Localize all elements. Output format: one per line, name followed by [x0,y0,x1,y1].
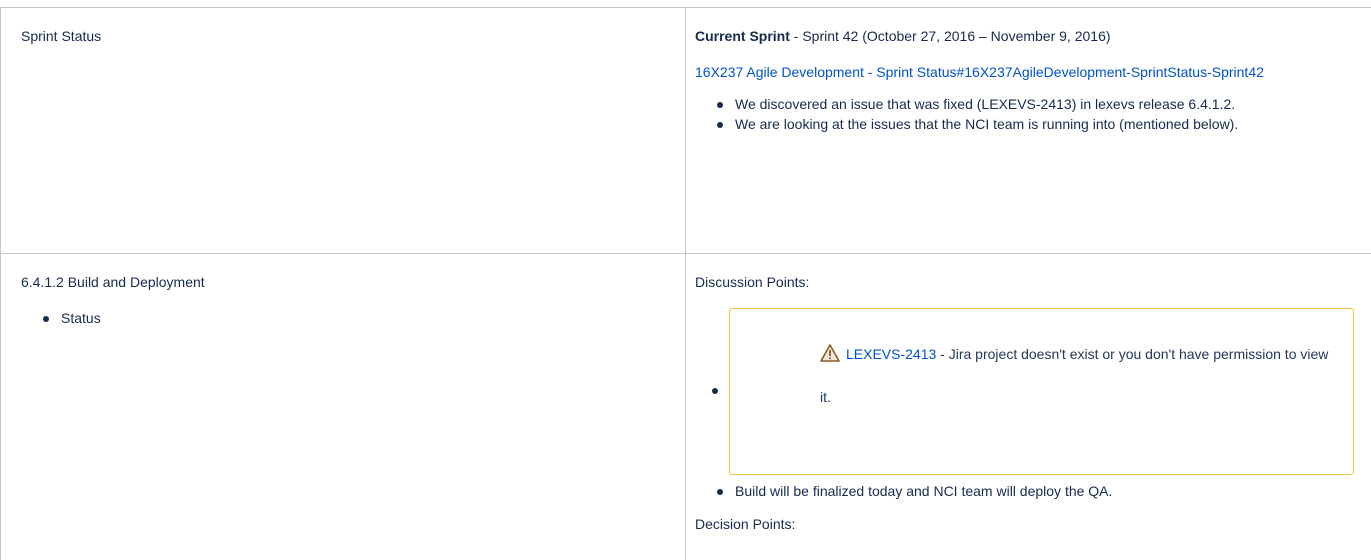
sprint-status-link[interactable]: 16X237 Agile Development - Sprint Status… [695,64,1264,80]
list-item: Status [43,310,675,327]
table-row: Sprint Status Current Sprint - Sprint 42… [0,7,1371,254]
jira-issue-link[interactable]: LEXEVS-2413 [846,346,936,362]
build-deploy-label: 6.4.1.2 Build and Deployment [21,274,205,290]
warning-icon [820,337,840,377]
current-sprint-label: Current Sprint [695,28,790,44]
sprint-status-label: Sprint Status [21,28,102,44]
list-item: We are looking at the issues that the NC… [717,116,1361,133]
list-bullet [712,388,718,394]
jira-issue-macro: LEXEVS-2413 - Jira project doesn't exist… [712,308,1354,475]
discussion-points-label: Discussion Points: [695,274,810,290]
build-notes-list: Build will be finalized today and NCI te… [695,483,1361,500]
decision-points-label: Decision Points: [695,516,796,532]
page: Sprint Status Current Sprint - Sprint 42… [0,0,1371,560]
table-cell-topic: 6.4.1.2 Build and Deployment Status [0,253,686,560]
current-sprint-value: - Sprint 42 (October 27, 2016 – November… [793,28,1111,44]
build-deploy-list: Status [21,310,675,327]
meeting-notes-table: Sprint Status Current Sprint - Sprint 42… [0,7,1371,560]
table-cell-notes: Current Sprint - Sprint 42 (October 27, … [685,7,1371,254]
current-sprint-line: Current Sprint - Sprint 42 (October 27, … [695,26,1361,46]
sprint-notes-list: We discovered an issue that was fixed (L… [695,96,1361,133]
list-item: Build will be finalized today and NCI te… [717,483,1361,500]
table-cell-topic: Sprint Status [0,7,686,254]
table-row: 6.4.1.2 Build and Deployment Status Disc… [0,253,1371,560]
table-cell-notes: Discussion Points: LEXEVS-2413 - Jira pr… [685,253,1371,560]
list-item: We discovered an issue that was fixed (L… [717,96,1361,113]
